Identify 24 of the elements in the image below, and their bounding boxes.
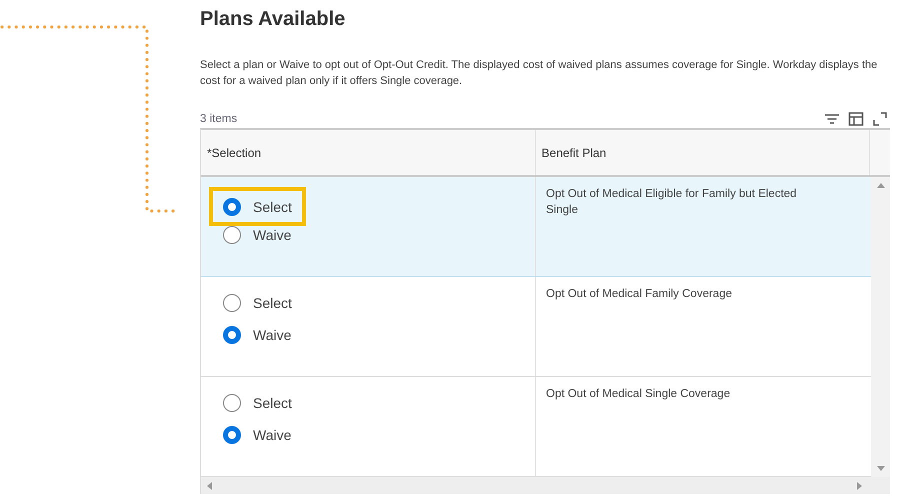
radio-option[interactable]: Waive (209, 319, 306, 351)
section-title: Plans Available (200, 8, 346, 31)
radio-option[interactable]: Select (209, 387, 306, 419)
table-row[interactable]: Select Waive Opt Out of Medical Single Coverage (201, 377, 871, 477)
table-row[interactable]: Select Waive Opt Out of Medical Family Coverage (201, 277, 871, 377)
column-header: *Selection (201, 130, 536, 175)
scroll-right-icon[interactable] (857, 482, 862, 490)
description: Select a plan or Waive to opt out of Opt-Out Credit. The displayed cost of waived plans assumes coverage for Single. Workday displays the cost for a waived plan only if it offers Single coverage. (200, 58, 878, 89)
radio-option[interactable]: Select (209, 287, 306, 319)
vertical-scrollbar[interactable] (871, 177, 890, 477)
expand-icon[interactable] (872, 111, 888, 127)
table-cell-text: Opt Out of Medical Single Coverage (545, 387, 732, 402)
column-header: Benefit Plan (536, 130, 870, 175)
table-cell-text: Opt Out of Medical Family Coverage (545, 287, 733, 302)
scroll-left-icon[interactable] (207, 482, 212, 490)
columns-icon[interactable] (848, 111, 864, 127)
table-row[interactable]: Select Waive Opt Out of Medical Eligible for Family but Elected Single (201, 177, 871, 277)
scroll-down-icon[interactable] (876, 466, 884, 471)
horizontal-scrollbar[interactable] (201, 477, 890, 494)
table-cell-text: Opt Out of Medical Eligible for Family but Elected Single (545, 187, 798, 218)
item-count: 3 items (200, 113, 238, 125)
radio-option[interactable]: Select (209, 187, 306, 226)
radio-option[interactable]: Waive (209, 419, 306, 451)
scroll-up-icon[interactable] (876, 183, 884, 188)
